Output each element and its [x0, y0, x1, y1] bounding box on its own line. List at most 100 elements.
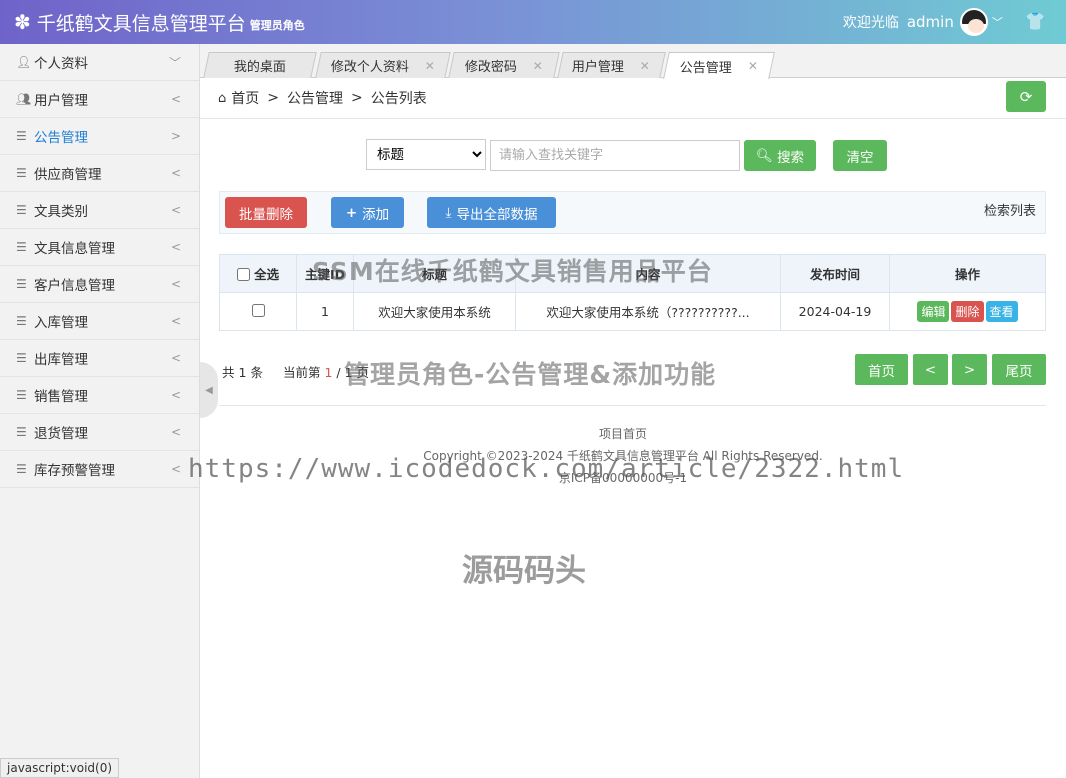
chevron-left-icon: < [170, 351, 181, 365]
row-select-cell [219, 292, 297, 331]
sidebar-item-label: 入库管理 [34, 315, 88, 331]
current-page: 1 [324, 365, 333, 380]
export-button-label: 导出全部数据 [456, 206, 538, 223]
sidebar-item[interactable]: ☰ 文具信息管理 < [0, 229, 199, 266]
chevron-down-icon[interactable]: ﹀ [992, 14, 1003, 30]
list-icon: ☰ [16, 351, 27, 365]
chevron-left-icon: < [170, 203, 181, 217]
table-row: 1 欢迎大家使用本系统 欢迎大家使用本系统（??????????... 2024-04… [219, 292, 1046, 331]
view-button[interactable]: 查看 [985, 301, 1018, 322]
sidebar-item[interactable]: ☰ 退货管理 < [0, 414, 199, 451]
sidebar-item[interactable]: 👤︎ 个人资料 ﹀ [0, 44, 199, 81]
home-icon: ⌂ [218, 90, 227, 106]
list-icon: ☰ [16, 240, 27, 254]
current-prefix: 当前第 [282, 365, 321, 380]
add-button-label: 添加 [362, 206, 390, 223]
download-icon: ⤓ [445, 204, 452, 221]
sidebar: 👤︎ 个人资料 ﹀ 👥︎ 用户管理 < ☰ 公告管理 > ☰ 供应商管理 < ☰ 文具类别 < ☰ 文具信息管理… [0, 44, 200, 778]
sidebar-item[interactable]: ☰ 入库管理 < [0, 303, 199, 340]
select-all-checkbox[interactable] [236, 268, 250, 281]
search-input[interactable] [490, 140, 740, 171]
row-checkbox[interactable] [251, 303, 265, 317]
chevron-left-icon: < [170, 462, 181, 476]
sidebar-item[interactable]: ☰ 公告管理 > [0, 118, 199, 155]
clear-button[interactable]: 清空 [833, 140, 887, 171]
watermark-url: https://www.icodedock.com/article/2322.h… [188, 454, 905, 484]
close-icon[interactable]: ✕ [425, 59, 435, 73]
first-page-button[interactable]: 首页 [855, 354, 908, 385]
sidebar-item-label: 库存预警管理 [34, 463, 115, 479]
chevron-left-icon: < [170, 388, 181, 402]
list-icon: ☰ [16, 277, 27, 291]
logo[interactable]: ✽ 千纸鹤文具信息管理平台 管理员角色 [0, 9, 305, 36]
welcome-text: 欢迎光临 [842, 15, 899, 31]
sidebar-item-label: 公告管理 [34, 130, 88, 146]
sidebar-item-label: 用户管理 [34, 93, 88, 109]
tab[interactable]: 修改密码 ✕ [448, 52, 560, 78]
list-icon: ☰ [16, 388, 27, 402]
page-separator: / [336, 365, 341, 380]
divider [200, 118, 1066, 119]
search-button[interactable]: 🔍︎ 搜索 [744, 140, 816, 171]
sidebar-item-label: 客户信息管理 [34, 278, 115, 294]
username[interactable]: admin [907, 13, 954, 31]
sidebar-item[interactable]: ☰ 出库管理 < [0, 340, 199, 377]
sidebar-item-label: 个人资料 [34, 56, 88, 72]
search-button-label: 搜索 [777, 149, 805, 166]
sidebar-item-label: 文具类别 [34, 204, 88, 220]
cell-id: 1 [296, 292, 354, 331]
export-all-button[interactable]: ⤓ 导出全部数据 [427, 197, 556, 228]
search-icon: 🔍︎ [755, 147, 774, 164]
total-prefix: 共 [222, 365, 235, 380]
breadcrumb-separator: > [351, 90, 363, 106]
sidebar-item[interactable]: 👥︎ 用户管理 < [0, 81, 199, 118]
close-icon[interactable]: ✕ [640, 59, 650, 73]
tab-label: 修改个人资料 [330, 60, 409, 75]
list-icon: ☰ [16, 129, 27, 143]
close-icon[interactable]: ✕ [748, 59, 758, 73]
next-page-button[interactable]: > [952, 354, 987, 385]
watermark-brand: 源码码头 [462, 553, 586, 589]
top-header: ✽ 千纸鹤文具信息管理平台 管理员角色 欢迎光临 admin ﹀ 👕 [0, 0, 1066, 44]
search-field-select[interactable]: 标题 [366, 139, 486, 170]
list-icon: ☰ [16, 203, 27, 217]
column-header-operations: 操作 [889, 254, 1046, 293]
tab[interactable]: 公告管理 ✕ [663, 52, 775, 79]
avatar[interactable] [959, 8, 988, 36]
sidebar-item[interactable]: ☰ 销售管理 < [0, 377, 199, 414]
chevron-right-icon: > [170, 129, 181, 143]
column-header-publish-time: 发布时间 [780, 254, 890, 293]
sidebar-item[interactable]: ☰ 文具类别 < [0, 192, 199, 229]
sidebar-item[interactable]: ☰ 客户信息管理 < [0, 266, 199, 303]
chevron-left-icon: < [170, 425, 181, 439]
app-title: 千纸鹤文具信息管理平台 [36, 12, 246, 35]
edit-button[interactable]: 编辑 [917, 301, 950, 322]
delete-button[interactable]: 删除 [951, 301, 984, 322]
breadcrumb-separator: > [267, 90, 279, 106]
tab[interactable]: 修改个人资料 ✕ [315, 52, 451, 78]
sidebar-item[interactable]: ☰ 库存预警管理 < [0, 451, 199, 488]
batch-delete-button[interactable]: 批量删除 [225, 197, 307, 228]
prev-page-button[interactable]: < [913, 354, 948, 385]
total-suffix: 条 [250, 365, 263, 380]
breadcrumb-home[interactable]: 首页 [231, 88, 259, 108]
sidebar-item[interactable]: ☰ 供应商管理 < [0, 155, 199, 192]
panel-title: 检索列表 [984, 204, 1037, 219]
tab[interactable]: 用户管理 ✕ [557, 52, 666, 78]
add-button[interactable]: + 添加 [331, 197, 404, 228]
last-page-button[interactable]: 尾页 [992, 354, 1046, 385]
refresh-icon: ⟳ [1019, 87, 1033, 106]
gear-icon: ✽ [14, 10, 31, 34]
breadcrumb-level1[interactable]: 公告管理 [287, 88, 343, 108]
tab[interactable]: 我的桌面 [203, 52, 317, 78]
breadcrumb-current: 公告列表 [370, 91, 427, 107]
footer-home-link[interactable]: 项目首页 [200, 425, 1046, 442]
caret-left-icon: ◀ [205, 384, 213, 396]
close-icon[interactable]: ✕ [533, 59, 543, 73]
sidebar-collapse-handle[interactable]: ◀ [200, 362, 218, 418]
tab-label: 我的桌面 [233, 60, 286, 75]
refresh-button[interactable]: ⟳ [1006, 81, 1046, 112]
column-header-select: 全选 [219, 254, 297, 293]
user-area: 欢迎光临 admin ﹀ 👕 [843, 8, 1066, 36]
tshirt-icon[interactable]: 👕 [1025, 12, 1046, 32]
